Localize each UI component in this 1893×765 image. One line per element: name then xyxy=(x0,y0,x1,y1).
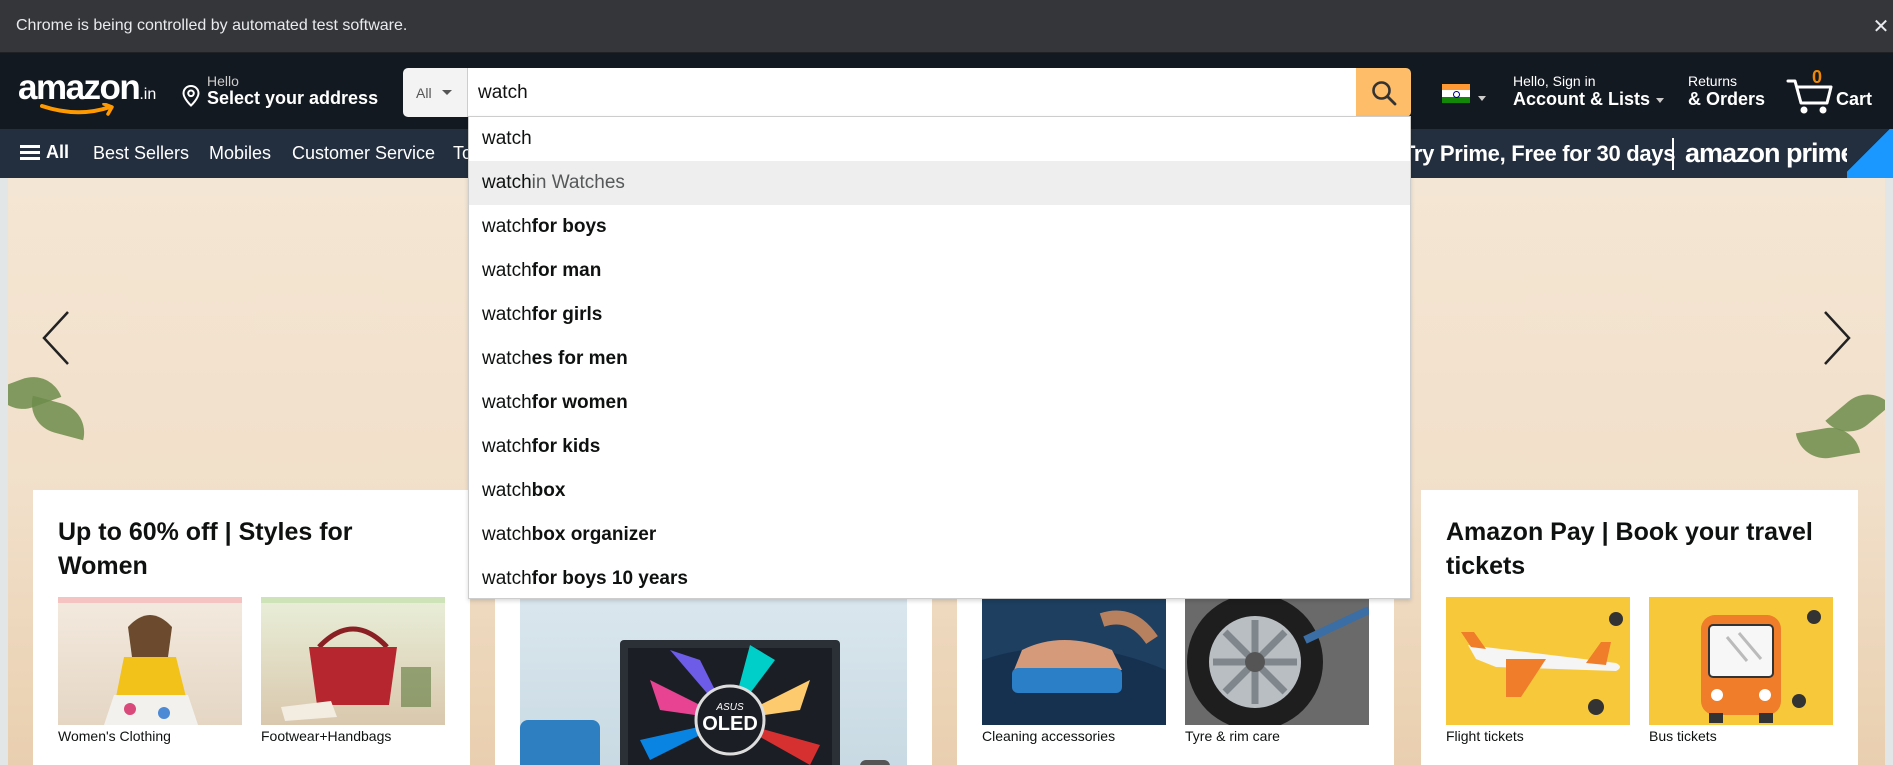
logo-smile-icon xyxy=(40,103,114,116)
account-and-lists[interactable]: Hello, Sign in Account & Lists xyxy=(1513,73,1665,110)
tile-caption: Women's Clothing xyxy=(58,728,171,744)
plant-leaf xyxy=(25,395,91,441)
returns-label: Returns xyxy=(1688,73,1738,89)
nav-best-sellers[interactable]: Best Sellers xyxy=(93,143,189,164)
caret-down-icon xyxy=(1656,97,1665,103)
search-bar: All xyxy=(403,68,1411,117)
all-menu-label: All xyxy=(46,142,70,162)
logo-tld: .in xyxy=(139,86,157,103)
tile-cleaning-accessories[interactable] xyxy=(982,590,1166,725)
cart-count: 0 xyxy=(1812,67,1823,87)
suggestion-item[interactable]: watch for women xyxy=(469,381,1410,425)
handbag-image xyxy=(261,597,445,721)
tile-caption: Bus tickets xyxy=(1649,728,1717,744)
address-prompt: Select your address xyxy=(207,88,379,108)
suggestion-item[interactable]: watch in Watches xyxy=(469,161,1410,205)
card-women-styles[interactable]: Up to 60% off | Styles for Women Women's… xyxy=(33,490,470,765)
amazon-prime-logo: amazon prime xyxy=(1685,138,1856,168)
search-suggestions-dropdown: watch watch in Watches watch for boys wa… xyxy=(468,116,1411,599)
automation-infobar: Chrome is being controlled by automated … xyxy=(0,0,1893,53)
search-button[interactable] xyxy=(1356,68,1411,117)
india-flag-icon[interactable] xyxy=(1442,84,1470,103)
tile-caption: Cleaning accessories xyxy=(982,728,1116,744)
search-category-label: All xyxy=(416,84,432,101)
search-category-dropdown[interactable]: All xyxy=(403,68,468,117)
returns-and-orders[interactable]: Returns & Orders xyxy=(1688,73,1765,110)
location-pin-icon xyxy=(182,85,200,107)
search-input[interactable] xyxy=(468,68,1356,117)
womens-clothing-image xyxy=(58,597,242,725)
laptop-promo-image: ASUS OLED xyxy=(520,590,907,765)
suggestion-item[interactable]: watch for kids xyxy=(469,425,1410,469)
tile-bus-tickets[interactable] xyxy=(1649,597,1833,725)
carousel-prev-icon[interactable] xyxy=(38,308,72,368)
laptop-image: ASUS OLED xyxy=(520,640,890,765)
nav-customer-service[interactable]: Customer Service xyxy=(292,143,435,164)
address-greeting: Hello xyxy=(207,73,239,89)
airplane-icon xyxy=(1461,612,1623,715)
prime-promo-banner[interactable]: Try Prime, Free for 30 days amazon prime xyxy=(1400,129,1893,178)
card-title: Up to 60% off | Styles for Women xyxy=(58,518,353,580)
account-lists-label: Account & Lists xyxy=(1513,89,1665,110)
all-menu-button[interactable]: All xyxy=(20,142,69,163)
bus-icon xyxy=(1701,610,1821,723)
card-title: Amazon Pay | Book your travel tickets xyxy=(1446,518,1813,580)
account-greeting: Hello, Sign in xyxy=(1513,73,1596,89)
close-infobar-icon[interactable]: ✕ xyxy=(1869,0,1893,53)
language-caret-icon[interactable] xyxy=(1478,96,1486,101)
tile-caption: Tyre & rim care xyxy=(1185,728,1280,744)
prime-promo-text: Try Prime, Free for 30 days xyxy=(1402,141,1676,166)
tile-flight-tickets[interactable] xyxy=(1446,597,1630,725)
nav-mobiles[interactable]: Mobiles xyxy=(209,143,271,164)
suggestion-item[interactable]: watch for boys xyxy=(469,205,1410,249)
oled-label: OLED xyxy=(702,713,758,735)
tyre-image xyxy=(1185,590,1369,725)
suggestion-item[interactable]: watch box organizer xyxy=(469,513,1410,557)
logo-text: amazon xyxy=(18,68,141,107)
tile-tyre-rim-care[interactable] xyxy=(1185,590,1369,725)
cart-button[interactable]: 0 Cart xyxy=(1786,67,1886,117)
tile-caption: Flight tickets xyxy=(1446,728,1524,744)
carousel-next-icon[interactable] xyxy=(1821,308,1855,368)
automation-notice: Chrome is being controlled by automated … xyxy=(16,17,408,34)
cart-icon xyxy=(1786,79,1833,114)
suggestion-item[interactable]: watch for boys 10 years xyxy=(469,557,1410,601)
tile-caption: Footwear+Handbags xyxy=(261,728,392,744)
cart-label: Cart xyxy=(1836,89,1873,109)
suggestion-item[interactable]: watch box xyxy=(469,469,1410,513)
search-icon xyxy=(1371,80,1396,105)
suggestion-item[interactable]: watch for girls xyxy=(469,293,1410,337)
amazon-logo[interactable]: amazon.in xyxy=(18,68,163,116)
orders-label: & Orders xyxy=(1688,89,1766,109)
suggestion-item[interactable]: watch for man xyxy=(469,249,1410,293)
oled-brand: ASUS xyxy=(715,702,744,713)
tile-footwear-handbags[interactable] xyxy=(261,597,445,725)
hamburger-icon xyxy=(20,142,40,163)
suggestion-item[interactable]: watch xyxy=(469,117,1410,161)
card-travel-booking[interactable]: Amazon Pay | Book your travel tickets Fl… xyxy=(1421,490,1858,765)
tile-womens-clothing[interactable] xyxy=(58,597,242,725)
cleaning-image xyxy=(982,590,1166,725)
caret-down-icon xyxy=(441,90,452,95)
suggestion-item[interactable]: watch es for men xyxy=(469,337,1410,381)
